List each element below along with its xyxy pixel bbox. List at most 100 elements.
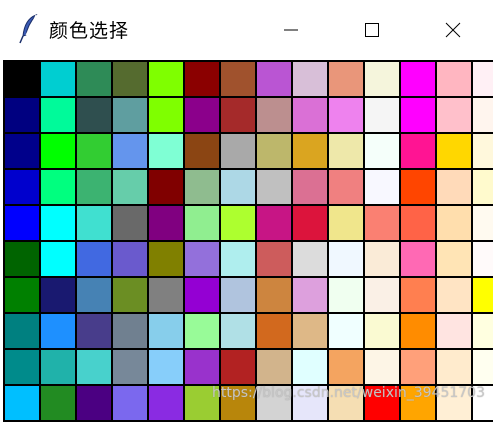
color-swatch[interactable] xyxy=(149,170,183,204)
color-swatch[interactable] xyxy=(293,170,327,204)
color-swatch[interactable] xyxy=(149,62,183,96)
color-swatch[interactable] xyxy=(329,98,363,132)
color-swatch[interactable] xyxy=(149,386,183,420)
color-swatch[interactable] xyxy=(293,242,327,276)
color-swatch[interactable] xyxy=(473,98,493,132)
color-swatch[interactable] xyxy=(329,170,363,204)
color-swatch[interactable] xyxy=(185,134,219,168)
color-swatch[interactable] xyxy=(41,314,75,348)
color-swatch[interactable] xyxy=(77,206,111,240)
color-swatch[interactable] xyxy=(149,314,183,348)
color-swatch[interactable] xyxy=(365,170,399,204)
color-swatch[interactable] xyxy=(257,350,291,384)
color-swatch[interactable] xyxy=(437,98,471,132)
color-swatch[interactable] xyxy=(5,278,39,312)
color-swatch[interactable] xyxy=(185,242,219,276)
color-swatch[interactable] xyxy=(293,134,327,168)
close-button[interactable] xyxy=(430,10,476,50)
color-swatch[interactable] xyxy=(5,314,39,348)
color-swatch[interactable] xyxy=(329,62,363,96)
color-swatch[interactable] xyxy=(41,62,75,96)
color-swatch[interactable] xyxy=(329,278,363,312)
color-swatch[interactable] xyxy=(401,314,435,348)
color-swatch[interactable] xyxy=(401,350,435,384)
color-swatch[interactable] xyxy=(257,314,291,348)
color-swatch[interactable] xyxy=(5,350,39,384)
color-swatch[interactable] xyxy=(437,206,471,240)
color-swatch[interactable] xyxy=(113,278,147,312)
color-swatch[interactable] xyxy=(221,350,255,384)
color-swatch[interactable] xyxy=(41,98,75,132)
color-swatch[interactable] xyxy=(185,350,219,384)
color-swatch[interactable] xyxy=(401,170,435,204)
color-swatch[interactable] xyxy=(5,386,39,420)
color-swatch[interactable] xyxy=(149,206,183,240)
color-swatch[interactable] xyxy=(257,170,291,204)
color-swatch[interactable] xyxy=(473,278,493,312)
color-swatch[interactable] xyxy=(221,134,255,168)
color-swatch[interactable] xyxy=(365,314,399,348)
color-swatch[interactable] xyxy=(221,242,255,276)
color-swatch[interactable] xyxy=(437,314,471,348)
color-swatch[interactable] xyxy=(293,98,327,132)
color-swatch[interactable] xyxy=(113,350,147,384)
color-swatch[interactable] xyxy=(221,314,255,348)
color-swatch[interactable] xyxy=(473,314,493,348)
color-swatch[interactable] xyxy=(5,134,39,168)
color-swatch[interactable] xyxy=(41,242,75,276)
color-swatch[interactable] xyxy=(293,314,327,348)
color-swatch[interactable] xyxy=(437,170,471,204)
color-swatch[interactable] xyxy=(365,98,399,132)
color-swatch[interactable] xyxy=(149,350,183,384)
color-swatch[interactable] xyxy=(329,134,363,168)
color-swatch[interactable] xyxy=(257,278,291,312)
color-swatch[interactable] xyxy=(113,134,147,168)
color-swatch[interactable] xyxy=(293,350,327,384)
color-swatch[interactable] xyxy=(185,62,219,96)
color-swatch[interactable] xyxy=(437,278,471,312)
color-swatch[interactable] xyxy=(41,386,75,420)
color-swatch[interactable] xyxy=(365,242,399,276)
color-swatch[interactable] xyxy=(293,278,327,312)
color-swatch[interactable] xyxy=(473,206,493,240)
color-swatch[interactable] xyxy=(185,278,219,312)
color-swatch[interactable] xyxy=(149,242,183,276)
color-swatch[interactable] xyxy=(5,206,39,240)
color-swatch[interactable] xyxy=(401,206,435,240)
color-swatch[interactable] xyxy=(329,350,363,384)
color-swatch[interactable] xyxy=(41,278,75,312)
color-swatch[interactable] xyxy=(113,62,147,96)
color-swatch[interactable] xyxy=(41,350,75,384)
color-swatch[interactable] xyxy=(473,62,493,96)
title-bar[interactable]: 颜色选择 xyxy=(0,0,493,60)
color-swatch[interactable] xyxy=(185,206,219,240)
color-swatch[interactable] xyxy=(149,98,183,132)
color-swatch[interactable] xyxy=(5,170,39,204)
color-swatch[interactable] xyxy=(77,134,111,168)
color-swatch[interactable] xyxy=(77,242,111,276)
color-swatch[interactable] xyxy=(329,206,363,240)
color-swatch[interactable] xyxy=(293,206,327,240)
color-swatch[interactable] xyxy=(77,98,111,132)
color-swatch[interactable] xyxy=(5,62,39,96)
color-swatch[interactable] xyxy=(329,242,363,276)
color-swatch[interactable] xyxy=(293,62,327,96)
color-swatch[interactable] xyxy=(77,62,111,96)
color-swatch[interactable] xyxy=(113,98,147,132)
color-swatch[interactable] xyxy=(113,170,147,204)
color-swatch[interactable] xyxy=(437,62,471,96)
color-swatch[interactable] xyxy=(365,206,399,240)
color-swatch[interactable] xyxy=(221,206,255,240)
color-swatch[interactable] xyxy=(41,206,75,240)
color-swatch[interactable] xyxy=(77,350,111,384)
color-swatch[interactable] xyxy=(401,98,435,132)
color-swatch[interactable] xyxy=(113,206,147,240)
color-swatch[interactable] xyxy=(221,62,255,96)
color-swatch[interactable] xyxy=(473,242,493,276)
color-swatch[interactable] xyxy=(185,314,219,348)
maximize-button[interactable] xyxy=(349,10,395,50)
color-swatch[interactable] xyxy=(113,386,147,420)
color-swatch[interactable] xyxy=(41,134,75,168)
color-swatch[interactable] xyxy=(257,242,291,276)
color-swatch[interactable] xyxy=(365,134,399,168)
